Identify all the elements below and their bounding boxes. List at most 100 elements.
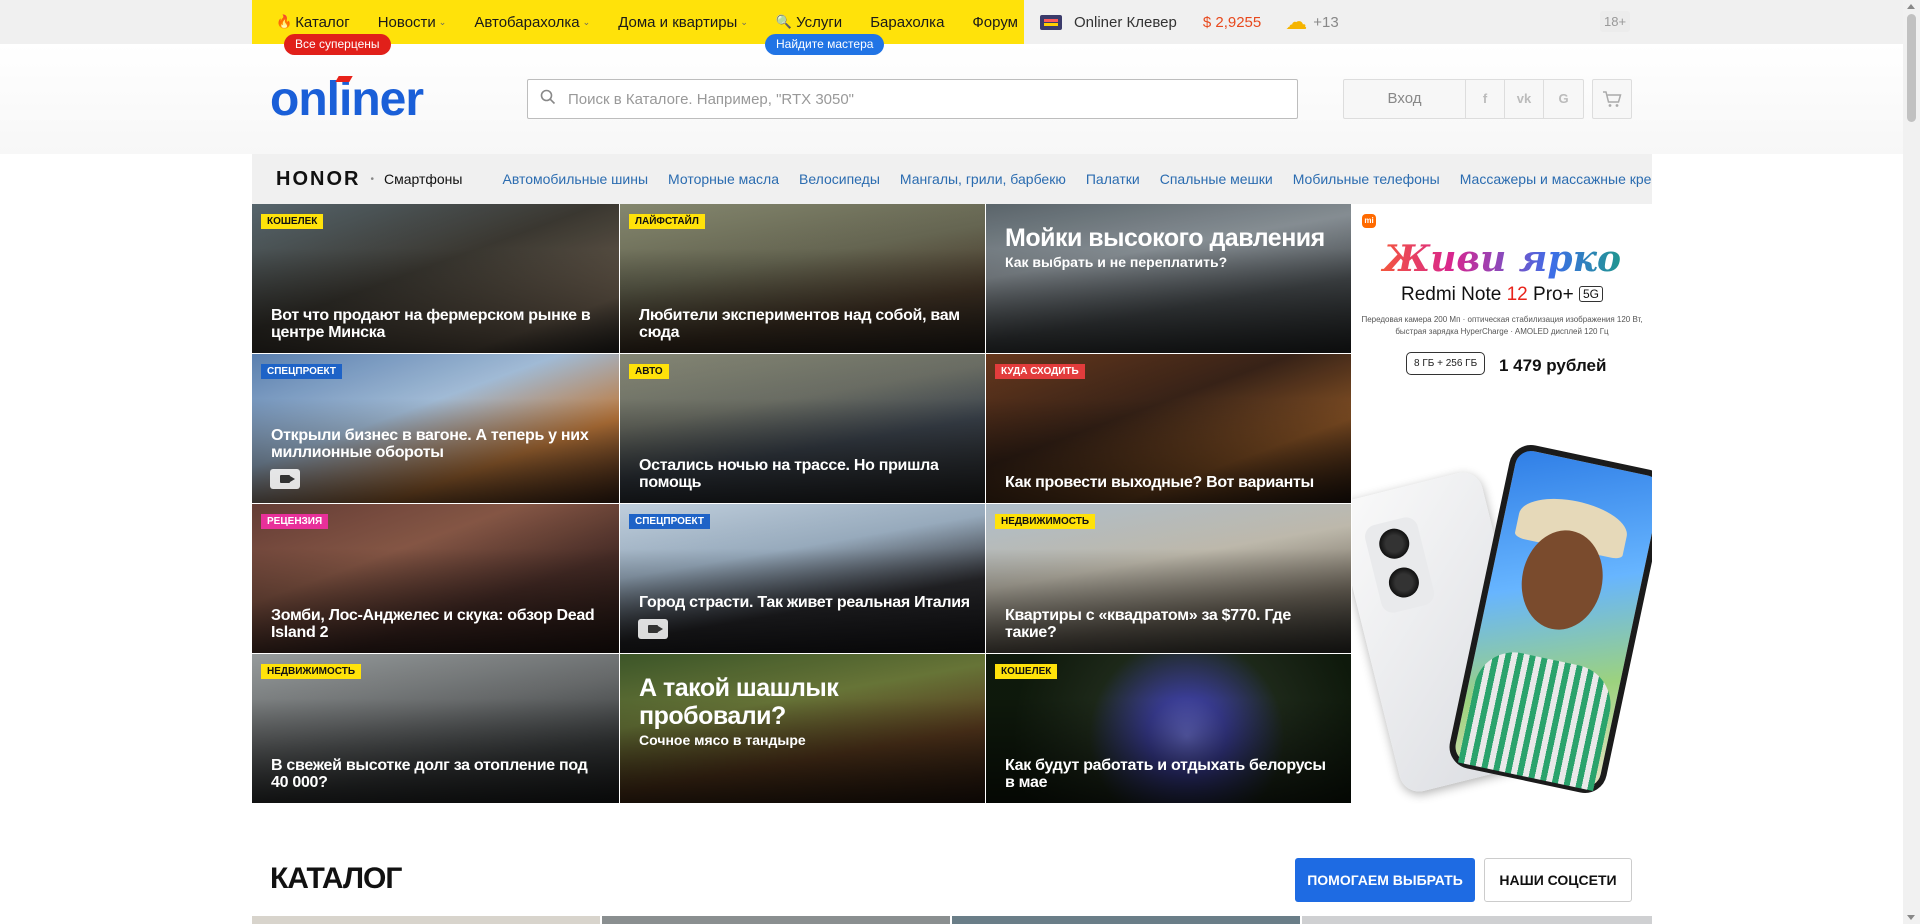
- currency-rate[interactable]: $ 2,9255: [1203, 14, 1261, 31]
- news-title[interactable]: Как провести выходные? Вот варианты: [1005, 474, 1337, 491]
- nav-item-0[interactable]: 🔥 Каталог: [276, 14, 350, 31]
- top-right-info: Onliner Клевер $ 2,9255 ☁ +13: [1040, 0, 1339, 44]
- news-tile[interactable]: ЛАЙФСТАЙЛ Любители экспериментов над собо…: [620, 204, 986, 354]
- news-tag[interactable]: КОШЕЛЕК: [261, 214, 324, 229]
- magnifier-icon: 🔍: [775, 14, 793, 29]
- ad-model-suffix: Pro+: [1527, 284, 1574, 305]
- nav-item-4[interactable]: 🔍 Услуги: [776, 14, 842, 31]
- catalog-card-preview[interactable]: [1302, 916, 1652, 924]
- news-tile[interactable]: КОШЕЛЕК Как будут работать и отдыхать бел…: [986, 654, 1352, 804]
- news-tag[interactable]: ЛАЙФСТАЙЛ: [629, 214, 705, 229]
- cart-icon[interactable]: [1592, 79, 1632, 119]
- category-link[interactable]: Велосипеды: [799, 171, 880, 187]
- nav-item-2[interactable]: Автобарахолка ⌄: [474, 14, 590, 31]
- news-tile[interactable]: РЕЦЕНЗИЯ Зомби, Лос-Анджелес и скука: обз…: [252, 504, 620, 654]
- temperature[interactable]: +13: [1313, 14, 1338, 31]
- promo-title: Мойки высокого давления: [1005, 224, 1325, 252]
- catalog-card-preview[interactable]: [602, 916, 950, 924]
- login-button[interactable]: Вход: [1344, 80, 1466, 118]
- news-tile[interactable]: СПЕЦПРОЕКТ Город страсти. Так живет реаль…: [620, 504, 986, 654]
- advertisement-banner[interactable]: mi Живи ярко Redmi Note 12 Pro+ 5G Перед…: [1352, 204, 1652, 804]
- category-link[interactable]: Спальные мешки: [1160, 171, 1273, 187]
- weather-cloud-icon[interactable]: ☁: [1285, 9, 1307, 35]
- catalog-heading: КАТАЛОГ: [270, 862, 402, 895]
- search-box[interactable]: [527, 79, 1298, 119]
- nav-item-6[interactable]: Форум: [972, 14, 1018, 31]
- news-tile[interactable]: КОШЕЛЕК Вот что продают на фермерском рын…: [252, 204, 620, 354]
- news-tag[interactable]: РЕЦЕНЗИЯ: [261, 514, 329, 529]
- news-tile[interactable]: СПЕЦПРОЕКТ Открыли бизнес в вагоне. А теп…: [252, 354, 620, 504]
- scroll-down-arrow[interactable]: [1907, 915, 1915, 920]
- camera-shape: [280, 475, 295, 483]
- news-title[interactable]: Остались ночью на трассе. Но пришла помо…: [639, 457, 971, 491]
- catalog-badge[interactable]: Все суперцены: [284, 34, 391, 55]
- news-title[interactable]: В свежей высотке долг за отопление под 4…: [271, 757, 605, 791]
- nav-item-3[interactable]: Дома и квартиры ⌄: [618, 14, 748, 31]
- clever-link[interactable]: Onliner Клевер: [1074, 14, 1177, 31]
- scroll-up-arrow[interactable]: [1907, 4, 1915, 9]
- vk-icon[interactable]: vk: [1505, 80, 1544, 118]
- news-tag[interactable]: НЕДВИЖИМОСТЬ: [261, 664, 362, 679]
- ad-model-number: 12: [1506, 284, 1528, 305]
- catalog-card-preview[interactable]: [252, 916, 600, 924]
- age-badge: 18+: [1600, 11, 1631, 32]
- fire-icon: 🔥: [276, 14, 293, 29]
- news-tile[interactable]: КУДА СХОДИТЬ Как провести выходные? Вот в…: [986, 354, 1352, 504]
- news-title[interactable]: Вот что продают на фермерском рынке в це…: [271, 307, 605, 341]
- news-title[interactable]: Квартиры с «квадратом» за $770. Где таки…: [1005, 607, 1337, 641]
- nav-item-label: Барахолка: [870, 13, 945, 31]
- news-tag[interactable]: СПЕЦПРОЕКТ: [629, 514, 711, 529]
- shirt-shape: [1458, 644, 1618, 792]
- category-link[interactable]: Автомобильные шины: [502, 171, 648, 187]
- news-title[interactable]: Любители экспериментов над собой, вам сю…: [639, 307, 971, 341]
- news-tile[interactable]: АВТО Остались ночью на трассе. Но пришла …: [620, 354, 986, 504]
- chevron-down-icon: ⌄: [582, 16, 591, 27]
- category-link[interactable]: Мобильные телефоны: [1293, 171, 1440, 187]
- honor-logo[interactable]: HONOR: [276, 168, 360, 191]
- promo-block[interactable]: Мойки высокого давления Как выбрать и не …: [1005, 224, 1337, 270]
- category-link[interactable]: Мангалы, грили, барбекю: [900, 171, 1066, 187]
- news-tag[interactable]: СПЕЦПРОЕКТ: [261, 364, 343, 379]
- services-badge[interactable]: Найдите мастера: [765, 34, 885, 55]
- news-tag[interactable]: КУДА СХОДИТЬ: [995, 364, 1085, 379]
- nav-item-1[interactable]: Новости ⌄: [378, 14, 447, 31]
- category-strip: HONOR • Смартфоны Автомобильные шины Мото…: [252, 154, 1652, 204]
- scrollbar[interactable]: [1903, 0, 1920, 924]
- news-title[interactable]: Открыли бизнес в вагоне. А теперь у них …: [271, 427, 605, 461]
- clever-icon[interactable]: [1040, 14, 1062, 30]
- promo-block[interactable]: А такой шашлык пробовали? Сочное мясо в т…: [639, 674, 971, 748]
- video-camera-icon: [270, 469, 300, 489]
- search-input[interactable]: [568, 90, 1268, 108]
- brand-category-link[interactable]: Смартфоны: [384, 171, 463, 187]
- news-tile[interactable]: А такой шашлык пробовали? Сочное мясо в т…: [620, 654, 986, 804]
- category-link[interactable]: Моторные масла: [668, 171, 779, 187]
- facebook-icon[interactable]: f: [1466, 80, 1505, 118]
- nav-item-5[interactable]: Барахолка: [870, 14, 944, 31]
- video-camera-icon: [638, 619, 668, 639]
- catalog-card-preview[interactable]: [952, 916, 1300, 924]
- news-tile[interactable]: НЕДВИЖИМОСТЬ Квартиры с «квадратом» за $7…: [986, 504, 1352, 654]
- help-choose-button[interactable]: ПОМОГАЕМ ВЫБРАТЬ: [1295, 858, 1475, 902]
- news-grid: КОШЕЛЕК Вот что продают на фермерском рын…: [252, 204, 1352, 804]
- news-title[interactable]: Зомби, Лос-Анджелес и скука: обзор Dead …: [271, 607, 605, 641]
- news-tile[interactable]: Мойки высокого давления Как выбрать и не …: [986, 204, 1352, 354]
- news-title[interactable]: Город страсти. Так живет реальная Италия: [639, 594, 971, 611]
- category-link[interactable]: Палатки: [1086, 171, 1140, 187]
- promo-subtitle: Сочное мясо в тандыре: [639, 732, 806, 748]
- ad-5g-badge: 5G: [1578, 286, 1603, 302]
- onliner-logo[interactable]: onliner: [270, 72, 424, 127]
- search-icon: [528, 89, 568, 110]
- social-networks-button[interactable]: НАШИ СОЦСЕТИ: [1484, 858, 1632, 902]
- scroll-thumb[interactable]: [1907, 14, 1916, 122]
- news-tag[interactable]: КОШЕЛЕК: [995, 664, 1058, 679]
- promo-subtitle: Как выбрать и не переплатить?: [1005, 254, 1228, 270]
- separator-dot: •: [370, 173, 374, 185]
- category-link[interactable]: Массажеры и массажные кре: [1460, 171, 1652, 187]
- news-tag[interactable]: АВТО: [629, 364, 669, 379]
- nav-item-label: Дома и квартиры: [618, 13, 738, 31]
- google-icon[interactable]: G: [1544, 80, 1583, 118]
- camera-module: [1362, 514, 1437, 616]
- news-title[interactable]: Как будут работать и отдыхать белорусы в…: [1005, 757, 1337, 791]
- news-tag[interactable]: НЕДВИЖИМОСТЬ: [995, 514, 1096, 529]
- news-tile[interactable]: НЕДВИЖИМОСТЬ В свежей высотке долг за ото…: [252, 654, 620, 804]
